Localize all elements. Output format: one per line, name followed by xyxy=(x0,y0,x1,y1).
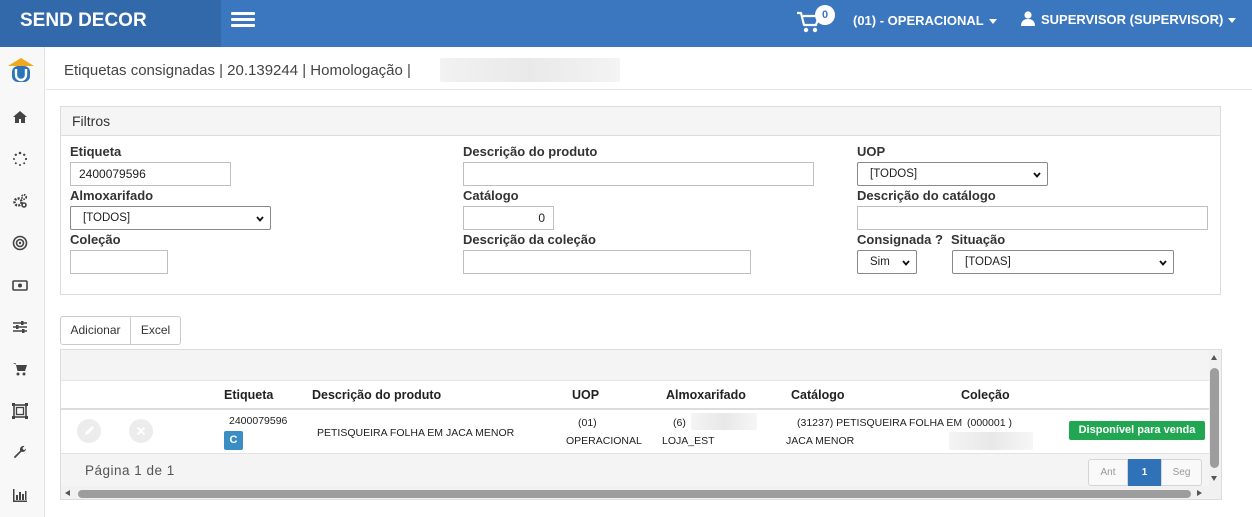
app-logo-icon[interactable] xyxy=(7,57,35,90)
vertical-scrollbar[interactable] xyxy=(1209,350,1221,499)
chevron-down-icon xyxy=(256,216,264,222)
cell-descricao: PETISQUEIRA FOLHA EM JACA MENOR xyxy=(317,427,515,439)
cell-colecao: (000001 ) xyxy=(967,417,1012,429)
colecao-label: Coleção xyxy=(70,232,121,247)
descricao-produto-label: Descrição do produto xyxy=(463,144,598,159)
cell-etiqueta: 2400079596 xyxy=(229,415,288,427)
scroll-left-icon[interactable] xyxy=(65,490,70,496)
consigned-badge: C xyxy=(224,431,243,450)
catalogo-label: Catálogo xyxy=(463,188,519,203)
chevron-down-icon xyxy=(902,260,910,266)
divider xyxy=(46,89,1252,90)
col-header-catalogo[interactable]: Catálogo xyxy=(791,388,844,402)
situacao-label: Situação xyxy=(951,232,1006,247)
redacted-area xyxy=(691,413,757,430)
user-icon xyxy=(1021,11,1035,26)
col-header-uop[interactable]: UOP xyxy=(572,388,599,402)
almoxarifado-select-value: [TODOS] xyxy=(83,212,131,224)
organization-label: (01) - OPERACIONAL xyxy=(853,13,984,28)
etiqueta-label: Etiqueta xyxy=(70,144,122,159)
wrench-icon[interactable] xyxy=(12,445,30,463)
brand-logo[interactable]: SEND DECOR xyxy=(0,0,221,47)
vertical-scroll-thumb[interactable] xyxy=(1210,368,1219,468)
user-label: SUPERVISOR (SUPERVISOR) xyxy=(1041,12,1224,27)
uop-select-value: [TODOS] xyxy=(870,168,918,180)
col-header-colecao[interactable]: Coleção xyxy=(961,388,1010,402)
prev-page-button[interactable]: Ant xyxy=(1088,459,1128,486)
table-footer: Página 1 de 1 Ant 1 Seg xyxy=(61,453,1209,486)
consignada-select-value: Sim xyxy=(870,256,890,268)
cart-count-badge: 0 xyxy=(815,5,835,25)
situacao-select[interactable]: [TODAS] xyxy=(952,250,1174,274)
user-menu[interactable]: SUPERVISOR (SUPERVISOR) xyxy=(1021,11,1237,27)
sliders-icon[interactable] xyxy=(12,319,30,337)
col-header-almoxarifado[interactable]: Almoxarifado xyxy=(666,388,746,402)
header-divider xyxy=(61,408,1209,410)
horizontal-scroll-thumb[interactable] xyxy=(78,490,1191,498)
consignada-select[interactable]: Sim xyxy=(857,250,917,274)
redacted-area xyxy=(949,432,1033,450)
filters-title: Filtros xyxy=(61,107,1220,136)
target-icon[interactable] xyxy=(12,235,30,253)
col-header-etiqueta[interactable]: Etiqueta xyxy=(224,388,273,402)
situacao-select-value: [TODAS] xyxy=(965,256,1011,268)
uop-select[interactable]: [TODOS] xyxy=(857,162,1048,186)
page-info: Página 1 de 1 xyxy=(85,463,175,478)
descricao-produto-input[interactable] xyxy=(463,162,814,186)
page-title: Etiquetas consignadas | 20.139244 | Homo… xyxy=(64,62,411,79)
chevron-down-icon xyxy=(1033,172,1041,178)
status-badge: Disponível para venda xyxy=(1069,421,1205,440)
edit-icon[interactable] xyxy=(77,419,101,443)
descricao-catalogo-label: Descrição do catálogo xyxy=(857,188,996,203)
sidebar xyxy=(0,47,45,517)
chevron-down-icon xyxy=(1228,18,1237,24)
add-button[interactable]: Adicionar xyxy=(60,316,131,345)
redacted-area xyxy=(440,58,620,82)
table-toolbar xyxy=(61,350,1209,381)
cell-uop-code: (01) xyxy=(578,417,597,429)
consignada-label: Consignada ? xyxy=(857,232,943,247)
page-1-button[interactable]: 1 xyxy=(1128,459,1161,486)
filters-panel: Filtros Etiqueta 2400079596 Descrição do… xyxy=(60,106,1221,295)
cell-almox-code: (6) xyxy=(673,417,686,429)
organization-dropdown[interactable]: (01) - OPERACIONAL xyxy=(853,13,997,28)
scroll-right-icon[interactable] xyxy=(1197,490,1202,496)
almoxarifado-select[interactable]: [TODOS] xyxy=(70,206,271,230)
bar-chart-icon[interactable] xyxy=(12,487,30,505)
next-page-button[interactable]: Seg xyxy=(1161,459,1202,486)
scroll-up-icon[interactable] xyxy=(1211,355,1217,360)
descricao-colecao-input[interactable] xyxy=(463,250,751,274)
frame-icon[interactable] xyxy=(12,403,30,421)
money-icon[interactable] xyxy=(12,277,30,295)
horizontal-scrollbar[interactable] xyxy=(61,486,1209,499)
colecao-input[interactable] xyxy=(70,250,168,274)
results-table: Etiqueta Descrição do produto UOP Almoxa… xyxy=(60,349,1222,500)
catalogo-input[interactable]: 0 xyxy=(463,206,554,230)
etiqueta-input[interactable]: 2400079596 xyxy=(70,162,231,186)
col-header-descricao[interactable]: Descrição do produto xyxy=(312,388,441,402)
home-icon[interactable] xyxy=(12,109,30,127)
descricao-catalogo-input[interactable] xyxy=(857,206,1208,230)
menu-toggle-icon[interactable] xyxy=(231,12,255,28)
almoxarifado-label: Almoxarifado xyxy=(70,188,154,203)
cell-catalogo-line1: (31237) PETISQUEIRA FOLHA EM xyxy=(797,417,963,429)
cell-almox-name: LOJA_EST xyxy=(662,435,715,447)
chevron-down-icon xyxy=(988,19,997,25)
cell-uop-name: OPERACIONAL xyxy=(566,435,642,447)
shopping-cart-icon[interactable] xyxy=(12,361,30,379)
cogs-icon[interactable] xyxy=(12,193,30,211)
spinner-icon[interactable] xyxy=(12,151,30,169)
chevron-down-icon xyxy=(1159,260,1167,266)
excel-button[interactable]: Excel xyxy=(130,316,181,345)
uop-label: UOP xyxy=(857,144,886,159)
top-navbar: SEND DECOR 0 (01) - OPERACIONAL SUPERVIS… xyxy=(0,0,1252,47)
scroll-down-icon[interactable] xyxy=(1211,476,1217,481)
descricao-colecao-label: Descrição da coleção xyxy=(463,232,596,247)
pagination: Ant 1 Seg xyxy=(1088,459,1202,486)
delete-icon[interactable] xyxy=(129,419,153,443)
cell-catalogo-line2: JACA MENOR xyxy=(786,435,855,447)
